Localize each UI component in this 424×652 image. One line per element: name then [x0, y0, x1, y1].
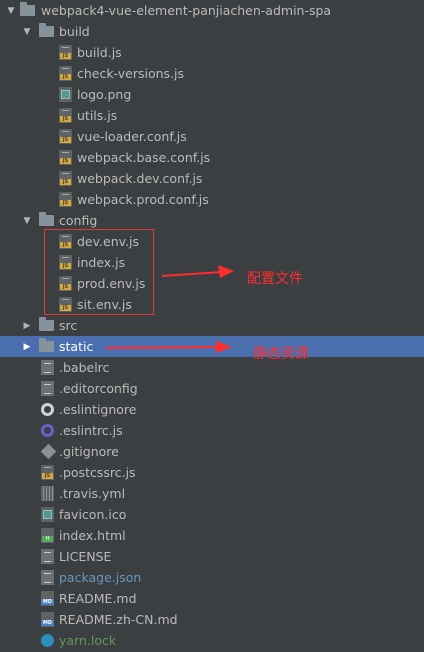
tree-file-check-versions[interactable]: JS check-versions.js	[0, 63, 424, 84]
folder-icon	[39, 338, 54, 354]
yaml-file-icon	[40, 486, 55, 501]
yarn-file-icon	[40, 633, 55, 648]
text-file-icon	[40, 381, 55, 396]
js-file-icon: JS	[40, 465, 55, 480]
tree-file-webpack-dev[interactable]: JS webpack.dev.conf.js	[0, 168, 424, 189]
config-annotation: 配置文件	[247, 271, 303, 287]
tree-file-label: build.js	[77, 45, 122, 60]
tree-node-label: static	[59, 339, 94, 354]
tree-file-webpack-base[interactable]: JS webpack.base.conf.js	[0, 147, 424, 168]
chevron-down-icon[interactable]: ▼	[22, 216, 32, 226]
static-annotation: 静态资源	[253, 346, 309, 362]
tree-file-label: index.html	[59, 528, 126, 543]
tree-file-label: vue-loader.conf.js	[77, 129, 187, 144]
tree-file-label: webpack.base.conf.js	[77, 150, 211, 165]
tree-file-label: .eslintignore	[59, 402, 137, 417]
tree-file-label: yarn.lock	[59, 633, 117, 648]
tree-file-vue-loader[interactable]: JS vue-loader.conf.js	[0, 126, 424, 147]
tree-file-babelrc[interactable]: .babelrc	[0, 357, 424, 378]
tree-file-label: README.md	[59, 591, 137, 606]
folder-icon	[39, 317, 54, 333]
js-file-icon: JS	[58, 192, 73, 207]
js-file-icon: JS	[58, 66, 73, 81]
tree-file-gitignore[interactable]: .gitignore	[0, 441, 424, 462]
tree-file-favicon[interactable]: favicon.ico	[0, 504, 424, 525]
tree-file-postcssrc[interactable]: JS .postcssrc.js	[0, 462, 424, 483]
tree-file-label: .editorconfig	[59, 381, 138, 396]
chevron-right-icon[interactable]: ▶	[22, 321, 32, 331]
image-file-icon	[58, 87, 73, 102]
tree-file-readme-zh[interactable]: MD README.zh-CN.md	[0, 609, 424, 630]
tree-file-label: webpack.dev.conf.js	[77, 171, 203, 186]
tree-file-label: README.zh-CN.md	[59, 612, 178, 627]
tree-file-label: package.json	[59, 570, 142, 585]
tree-file-license[interactable]: LICENSE	[0, 546, 424, 567]
js-file-icon: JS	[58, 45, 73, 60]
js-file-icon: JS	[58, 129, 73, 144]
tree-file-label: logo.png	[77, 87, 132, 102]
settings-file-icon	[40, 402, 55, 417]
tree-file-label: check-versions.js	[77, 66, 185, 81]
chevron-right-icon[interactable]: ▶	[22, 342, 32, 352]
tree-file-index-html[interactable]: H index.html	[0, 525, 424, 546]
tree-node-root[interactable]: ▼ webpack4-vue-element-panjiachen-admin-…	[0, 0, 424, 21]
eslint-file-icon	[40, 423, 55, 438]
json-file-icon	[40, 570, 55, 585]
tree-file-build-js[interactable]: JS build.js	[0, 42, 424, 63]
babel-file-icon	[40, 360, 55, 375]
tree-node-build[interactable]: ▼ build	[0, 21, 424, 42]
folder-icon	[20, 2, 35, 18]
tree-file-label: .travis.yml	[59, 486, 126, 501]
text-file-icon	[40, 549, 55, 564]
tree-node-config[interactable]: ▼ config	[0, 210, 424, 231]
tree-file-logo-png[interactable]: logo.png	[0, 84, 424, 105]
js-file-icon: JS	[58, 108, 73, 123]
tree-node-label: build	[59, 24, 90, 39]
git-file-icon	[40, 443, 57, 460]
static-arrow-icon	[105, 341, 232, 353]
tree-file-label: .postcssrc.js	[59, 465, 136, 480]
tree-file-label: favicon.ico	[59, 507, 127, 522]
tree-file-label: .gitignore	[59, 444, 119, 459]
markdown-file-icon: MD	[40, 591, 55, 606]
tree-file-webpack-prod[interactable]: JS webpack.prod.conf.js	[0, 189, 424, 210]
chevron-down-icon[interactable]: ▼	[22, 27, 32, 37]
tree-node-label: src	[59, 318, 78, 333]
image-file-icon	[40, 507, 55, 522]
tree-file-package-json[interactable]: package.json	[0, 567, 424, 588]
html-file-icon: H	[40, 528, 55, 543]
tree-file-label: LICENSE	[59, 549, 112, 564]
tree-node-label: config	[59, 213, 98, 228]
js-file-icon: JS	[58, 171, 73, 186]
config-arrow-icon	[161, 265, 234, 278]
folder-icon	[39, 212, 54, 228]
js-file-icon: JS	[58, 150, 73, 165]
config-highlight-box	[44, 229, 154, 315]
tree-node-label: webpack4-vue-element-panjiachen-admin-sp…	[41, 3, 332, 18]
tree-file-label: utils.js	[77, 108, 118, 123]
tree-file-label: webpack.prod.conf.js	[77, 192, 209, 207]
tree-file-eslintignore[interactable]: .eslintignore	[0, 399, 424, 420]
tree-node-src[interactable]: ▶ src	[0, 315, 424, 336]
markdown-file-icon: MD	[40, 612, 55, 627]
tree-file-yarn-lock[interactable]: yarn.lock	[0, 630, 424, 651]
tree-file-utils[interactable]: JS utils.js	[0, 105, 424, 126]
tree-file-travis[interactable]: .travis.yml	[0, 483, 424, 504]
tree-file-readme[interactable]: MD README.md	[0, 588, 424, 609]
tree-file-eslintrc[interactable]: .eslintrc.js	[0, 420, 424, 441]
chevron-down-icon[interactable]: ▼	[6, 6, 16, 16]
tree-file-editorconfig[interactable]: .editorconfig	[0, 378, 424, 399]
tree-file-label: .babelrc	[59, 360, 110, 375]
folder-icon	[39, 23, 54, 39]
tree-file-label: .eslintrc.js	[59, 423, 123, 438]
